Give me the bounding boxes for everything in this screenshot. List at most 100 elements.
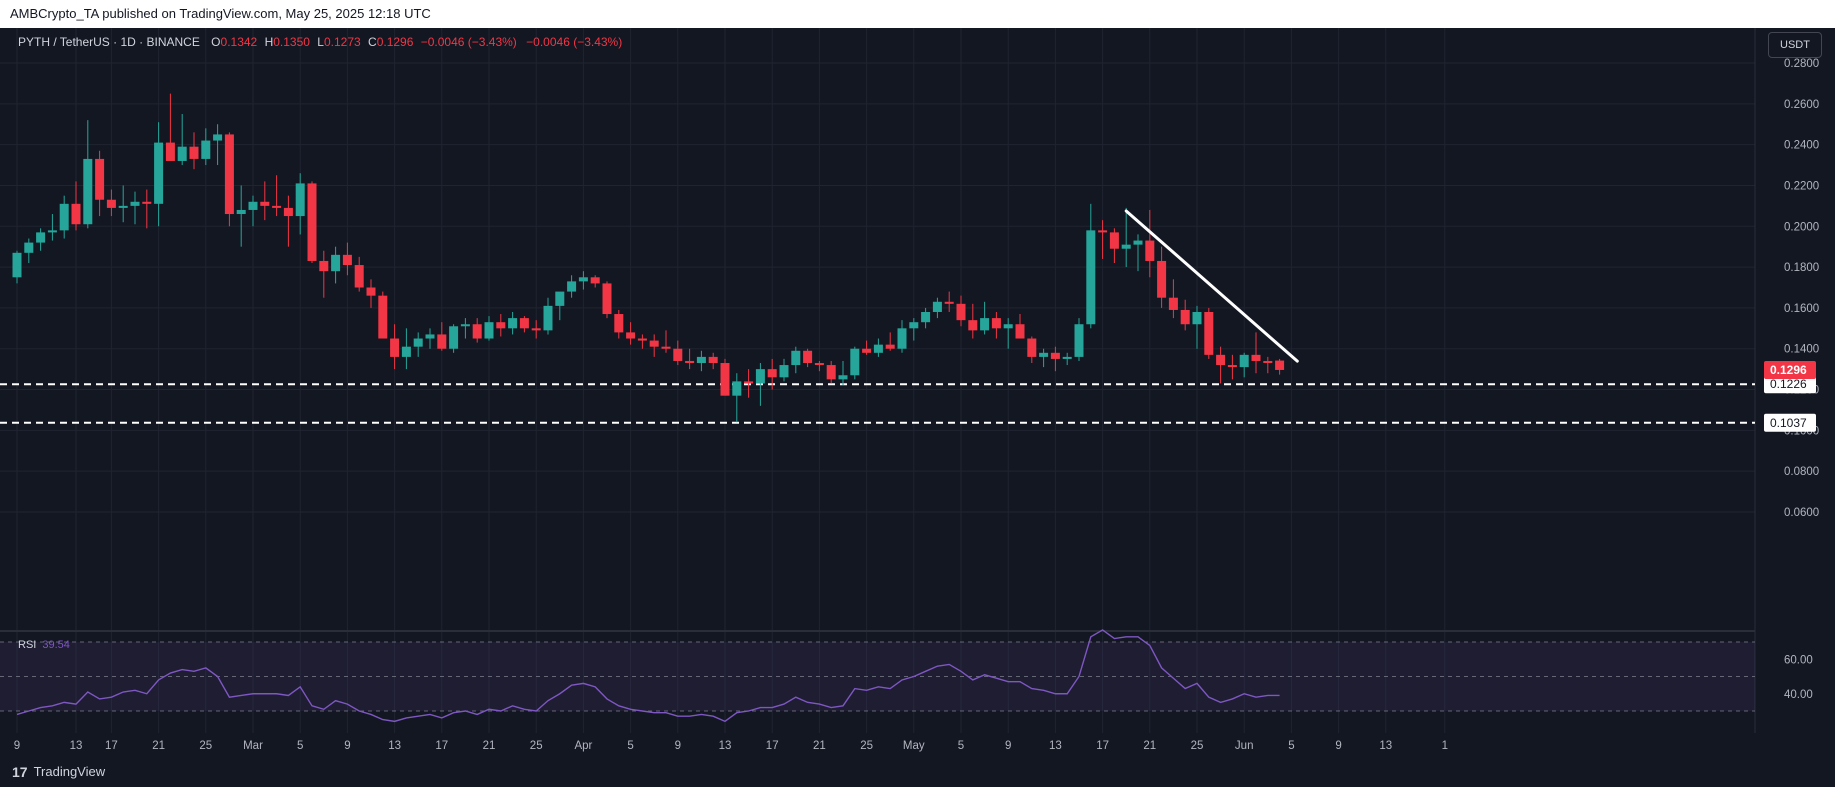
time-tick-label: 13: [70, 740, 83, 752]
candle-body: [272, 205, 282, 208]
candle-down: [614, 309, 624, 339]
candle-down: [803, 348, 813, 368]
price-tick-label: 0.2600: [1784, 99, 1819, 111]
open-label: O: [211, 35, 221, 49]
tradingview-logo-icon[interactable]: 17: [12, 764, 28, 780]
candle-down: [685, 348, 695, 370]
candle-body: [567, 281, 577, 292]
candle-body: [24, 242, 34, 253]
candle-up: [567, 275, 577, 298]
candle-up: [460, 318, 470, 339]
candle-body: [1168, 297, 1178, 310]
candle-down: [944, 291, 954, 312]
candle-body: [991, 318, 1001, 329]
ohlc-legend: PYTH / TetherUS · 1D · BINANCE O0.1342 H…: [18, 35, 622, 49]
candle-body: [236, 209, 246, 215]
candle-down: [319, 250, 329, 298]
price-tick-label: 0.0800: [1784, 466, 1819, 478]
candle-up: [236, 185, 246, 247]
rsi-value: 39.54: [42, 639, 70, 651]
candle-down: [342, 242, 352, 276]
candle-body: [248, 201, 258, 210]
symbol-label[interactable]: PYTH / TetherUS · 1D · BINANCE: [18, 35, 200, 49]
candle-body: [224, 134, 234, 215]
level-tag: 0.1037: [1764, 413, 1816, 432]
candle-body: [401, 346, 411, 357]
candle-body: [614, 314, 624, 333]
candle-down: [260, 181, 270, 221]
time-tick-label: 5: [297, 740, 303, 752]
price-tick-label: 0.2000: [1784, 221, 1819, 233]
time-tick-label: 9: [14, 740, 20, 752]
candle-down: [649, 334, 659, 357]
price-tick-label: 0.0600: [1784, 507, 1819, 519]
candle-down: [1015, 314, 1025, 339]
candle-down: [991, 311, 1001, 339]
close-value: 0.1296: [376, 35, 414, 49]
candle-body: [390, 338, 400, 357]
candle-down: [673, 340, 683, 366]
tradingview-footer: 17 TradingView: [0, 756, 1835, 787]
candle-up: [897, 320, 907, 353]
candle-up: [732, 373, 742, 423]
publisher-text: AMBCrypto_TA published on TradingView.co…: [10, 6, 431, 21]
candle-body: [213, 134, 223, 141]
candle-down: [71, 181, 81, 231]
currency-button[interactable]: USDT: [1768, 32, 1822, 58]
chart-canvas[interactable]: 0.2800 0.2600 0.2400 0.2200 0.2000 0.1800 0.16…: [0, 28, 1835, 756]
time-tick-label: 9: [1335, 740, 1341, 752]
candle-body: [932, 301, 942, 312]
low-label: L: [317, 35, 324, 49]
candle-up: [1074, 318, 1084, 361]
candle-down: [378, 291, 388, 339]
candle-up: [850, 346, 860, 380]
candle-body: [1098, 230, 1108, 233]
candle-body: [732, 381, 742, 396]
candle-body: [1015, 324, 1025, 339]
candle-down: [1275, 358, 1285, 375]
candle-up: [1133, 234, 1143, 272]
candle-body: [637, 338, 647, 341]
candle-up: [118, 185, 128, 223]
time-tick-label: 13: [1049, 740, 1062, 752]
time-tick-label: 17: [105, 740, 118, 752]
time-tick-label: 17: [1096, 740, 1109, 752]
candle-down: [189, 132, 199, 170]
time-tick-label: Jun: [1235, 740, 1254, 752]
candle-body: [1121, 244, 1131, 249]
time-tick-label: 13: [388, 740, 401, 752]
candle-body: [354, 265, 364, 288]
candle-body: [484, 322, 494, 339]
candle-up: [791, 346, 801, 374]
candle-up: [83, 120, 93, 229]
candle-body: [177, 146, 187, 161]
candle-down: [1050, 346, 1060, 372]
candle-body: [1180, 309, 1190, 325]
candle-body: [154, 142, 164, 204]
candle-body: [71, 203, 81, 225]
candle-up: [873, 338, 883, 357]
candle-down: [885, 332, 895, 351]
time-tick-label: 25: [860, 740, 873, 752]
rsi-label[interactable]: RSI: [18, 639, 36, 651]
candle-down: [1204, 307, 1214, 359]
rsi-pane: 60.00 40.00: [0, 629, 1813, 723]
candle-down: [142, 189, 152, 229]
chart-frame[interactable]: 0.2800 0.2600 0.2400 0.2200 0.2000 0.1800 0.16…: [0, 28, 1835, 756]
candle-down: [272, 175, 282, 217]
candle-body: [873, 344, 883, 353]
candle-body: [1157, 260, 1167, 298]
candle-down: [106, 189, 116, 217]
candle-body: [838, 375, 848, 380]
candle-body: [106, 199, 116, 208]
tradingview-brand[interactable]: TradingView: [34, 764, 106, 779]
candle-body: [59, 203, 69, 231]
candle-up: [980, 301, 990, 335]
candle-up: [24, 238, 34, 264]
time-tick-label: 21: [483, 740, 496, 752]
time-tick-label: 17: [766, 740, 779, 752]
candle-body: [602, 283, 612, 315]
candle-body: [472, 324, 482, 339]
candle-body: [47, 230, 57, 233]
candle-up: [555, 291, 565, 321]
